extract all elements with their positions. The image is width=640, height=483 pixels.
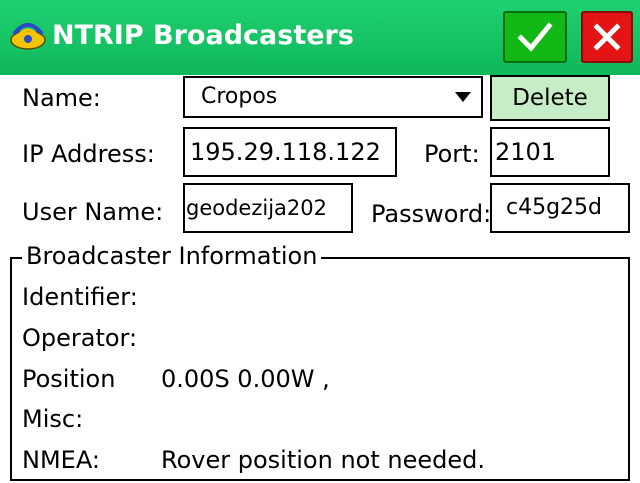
ip-address-field[interactable]: 195.29.118.122 — [183, 127, 397, 177]
title-bar: NTRIP Broadcasters — [0, 0, 640, 75]
identifier-label: Identifier: — [22, 283, 138, 311]
satellite-app-icon — [10, 23, 46, 50]
name-dropdown-value: Cropos — [201, 84, 278, 109]
checkmark-icon — [517, 22, 553, 52]
chevron-down-icon — [455, 92, 471, 102]
name-label: Name: — [22, 84, 101, 112]
port-label: Port: — [424, 140, 480, 168]
cancel-button[interactable] — [581, 11, 633, 63]
nmea-value: Rover position not needed. — [161, 446, 485, 474]
password-field[interactable]: c45g25d — [490, 183, 630, 233]
close-icon — [593, 23, 621, 51]
name-dropdown[interactable]: Cropos — [183, 76, 483, 118]
position-value: 0.00S 0.00W , — [161, 365, 330, 393]
delete-button[interactable]: Delete — [490, 75, 610, 121]
ok-button[interactable] — [503, 11, 567, 63]
window-title: NTRIP Broadcasters — [52, 20, 354, 51]
port-field[interactable]: 2101 — [490, 127, 610, 177]
ip-address-label: IP Address: — [22, 140, 155, 168]
misc-label: Misc: — [22, 405, 84, 433]
user-name-field[interactable]: geodezija202 — [183, 183, 353, 233]
user-name-label: User Name: — [22, 198, 164, 226]
broadcaster-info-heading: Broadcaster Information — [22, 241, 322, 271]
password-label: Password: — [371, 200, 492, 228]
operator-label: Operator: — [22, 324, 138, 352]
nmea-label: NMEA: — [22, 446, 100, 474]
position-label: Position — [22, 365, 116, 393]
